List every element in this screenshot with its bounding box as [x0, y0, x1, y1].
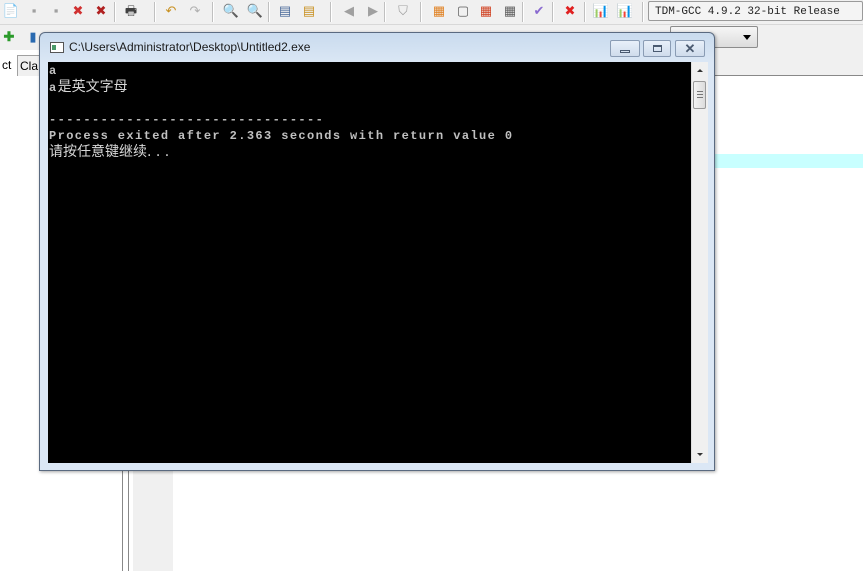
find-icon[interactable]: 🔍: [222, 2, 240, 20]
scroll-thumb[interactable]: [693, 81, 706, 109]
new-file-icon[interactable]: 📄: [2, 2, 20, 20]
undo-icon[interactable]: ↶: [162, 2, 180, 20]
panel-splitter[interactable]: [122, 470, 123, 571]
delete-profile-icon[interactable]: 📊: [616, 2, 634, 20]
output-blank-line: ​: [49, 96, 513, 112]
syntax-check-icon[interactable]: ✔: [530, 2, 548, 20]
stop-icon[interactable]: ✖: [561, 2, 579, 20]
press-any-key-line: 请按任意键继续. . .: [49, 144, 170, 160]
chevron-down-icon: [743, 35, 751, 40]
maximize-button[interactable]: [643, 40, 671, 57]
console-output: aa是英文字母​--------------------------------…: [49, 63, 513, 160]
console-output-area[interactable]: aa是英文字母​--------------------------------…: [48, 62, 708, 463]
compiler-select[interactable]: TDM-GCC 4.9.2 32-bit Release: [648, 1, 863, 21]
toggle-bookmark-icon[interactable]: ▪: [47, 2, 65, 20]
toolbar-separator: [154, 2, 156, 22]
output-line-2-text: 是英文字母: [57, 79, 128, 95]
editor-gutter: [133, 470, 173, 571]
goto-line-icon[interactable]: ▤: [276, 2, 294, 20]
replace-icon[interactable]: 🔍: [246, 2, 264, 20]
toolbar-separator: [384, 2, 386, 22]
tab-project[interactable]: ct: [0, 55, 18, 75]
current-line-highlight: [715, 154, 863, 168]
insert-icon[interactable]: ▪: [25, 2, 43, 20]
compile-icon[interactable]: ▦: [430, 2, 448, 20]
output-line-2-prefix: a: [49, 81, 58, 95]
close-button[interactable]: ✕: [675, 40, 705, 57]
redo-icon[interactable]: ↷: [186, 2, 204, 20]
print-icon[interactable]: 🖶: [122, 2, 140, 20]
editor-border: [128, 470, 129, 571]
close-icon: ✕: [684, 41, 696, 56]
toolbar-separator: [212, 2, 214, 22]
editor-tabbar: [715, 50, 863, 75]
toolbar-separator: [584, 2, 586, 22]
profile-icon[interactable]: 📊: [592, 2, 610, 20]
process-exit-line: Process exited after 2.363 seconds with …: [49, 129, 514, 143]
console-app-icon[interactable]: [50, 42, 64, 53]
close-all-icon[interactable]: ✖: [92, 2, 110, 20]
minimize-icon: [620, 50, 630, 53]
scroll-up-arrow-icon[interactable]: [692, 62, 708, 79]
console-window: C:\Users\Administrator\Desktop\Untitled2…: [39, 32, 715, 471]
editor-top-border: [715, 75, 863, 76]
forward-icon[interactable]: ▶: [364, 2, 382, 20]
console-scrollbar[interactable]: [691, 62, 708, 463]
run-icon[interactable]: ▢: [454, 2, 472, 20]
add-to-project-icon[interactable]: ✚: [0, 28, 18, 46]
indent-icon[interactable]: ▤: [300, 2, 318, 20]
toolbar-separator: [330, 2, 332, 22]
rebuild-icon[interactable]: ▦: [501, 2, 519, 20]
toolbar-separator: [268, 2, 270, 22]
output-separator: --------------------------------: [49, 113, 325, 127]
toolbar-separator: [522, 2, 524, 22]
toolbar-separator: [420, 2, 422, 22]
console-titlebar[interactable]: C:\Users\Administrator\Desktop\Untitled2…: [40, 33, 714, 61]
back-icon[interactable]: ◀: [340, 2, 358, 20]
toolbar-separator: [642, 2, 644, 22]
toolbar-separator: [114, 2, 116, 22]
toolbar-separator: [552, 2, 554, 22]
output-line-1: a: [49, 64, 58, 78]
console-title: C:\Users\Administrator\Desktop\Untitled2…: [69, 40, 311, 54]
debug-icon[interactable]: ⛉: [394, 2, 412, 20]
scroll-down-arrow-icon[interactable]: [692, 446, 708, 463]
close-file-icon[interactable]: ✖: [69, 2, 87, 20]
compile-run-icon[interactable]: ▦: [477, 2, 495, 20]
output-line-2: a是英文字母: [49, 79, 513, 96]
minimize-button[interactable]: [610, 40, 640, 57]
maximize-icon: [652, 45, 662, 52]
